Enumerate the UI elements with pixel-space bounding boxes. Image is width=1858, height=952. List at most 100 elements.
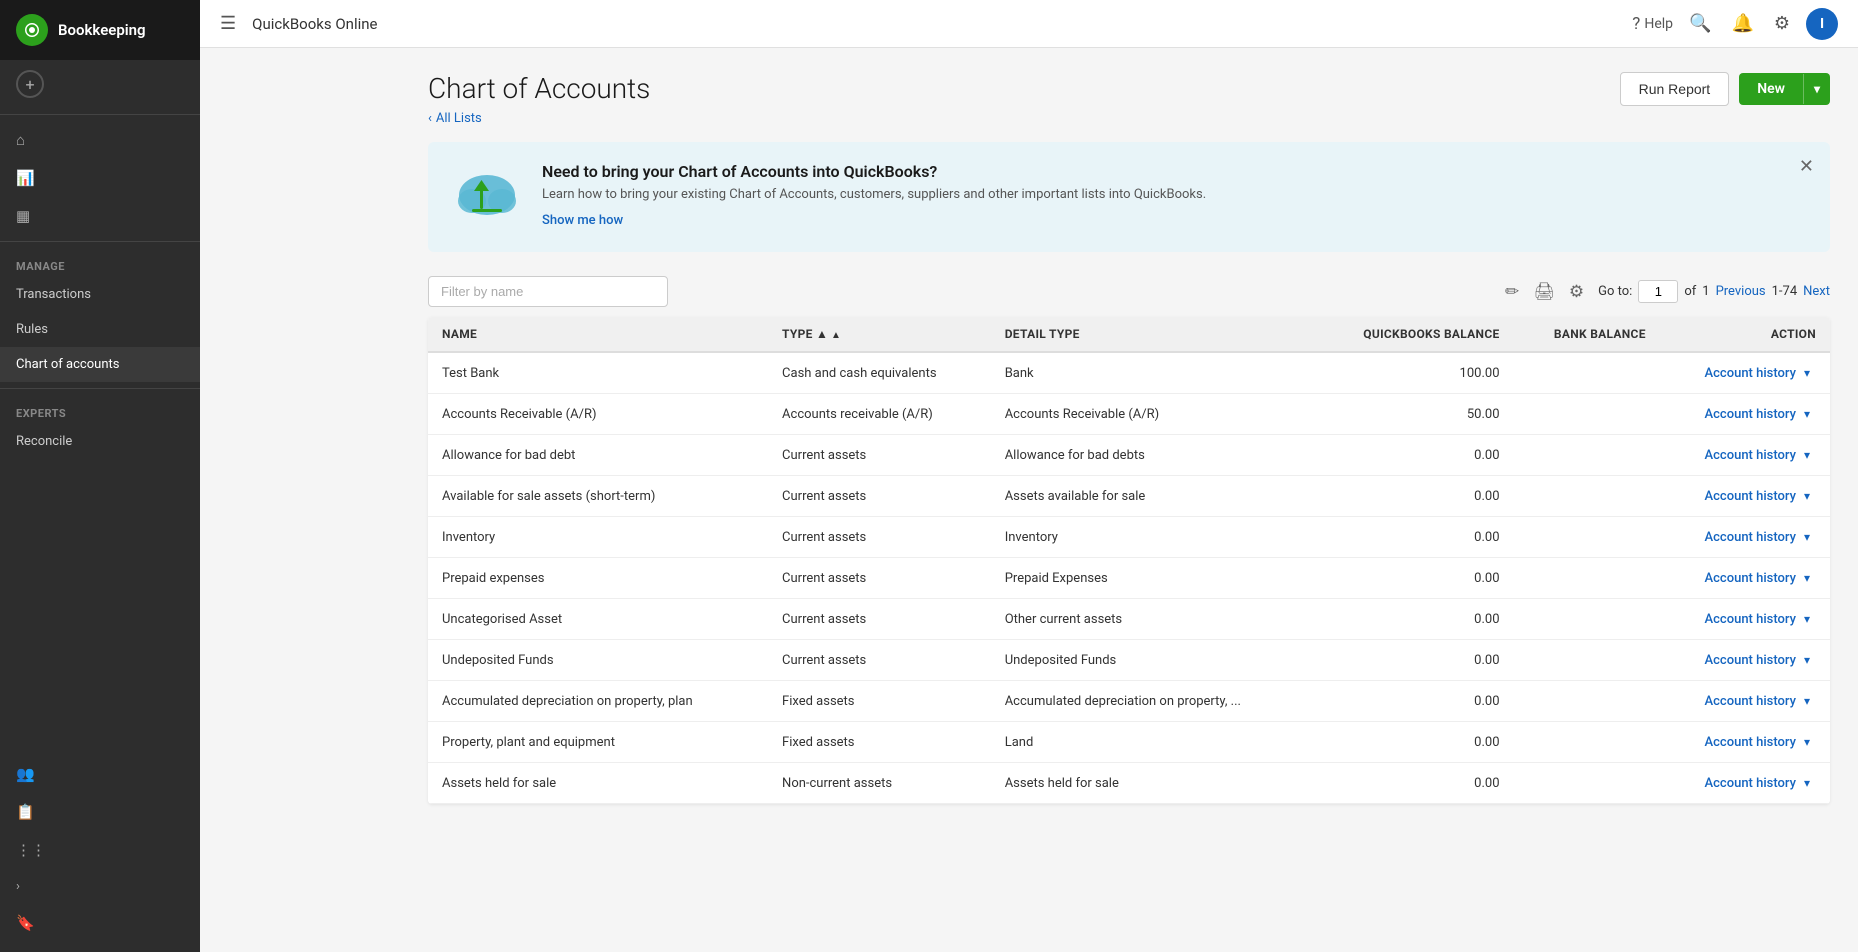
sidebar-item-reconcile[interactable]: Reconcile <box>0 424 200 459</box>
run-report-button[interactable]: Run Report <box>1620 72 1730 106</box>
cell-type: Non-current assets <box>768 763 991 804</box>
users-icon: 👥 <box>16 765 35 783</box>
table-row: Undeposited Funds Current assets Undepos… <box>428 640 1830 681</box>
main-content: Chart of Accounts ‹ All Lists Run Report… <box>400 48 1858 952</box>
action-chevron-icon[interactable]: ▾ <box>1798 446 1816 464</box>
account-history-link[interactable]: Account history <box>1705 530 1796 545</box>
account-history-link[interactable]: Account history <box>1705 776 1796 791</box>
cell-detail-type: Bank <box>991 352 1313 394</box>
account-history-link[interactable]: Account history <box>1705 694 1796 709</box>
sidebar-item-dashboard[interactable]: ▦ <box>0 197 200 235</box>
account-history-link[interactable]: Account history <box>1705 612 1796 627</box>
action-chevron-icon[interactable]: ▾ <box>1798 774 1816 792</box>
new-button-chevron[interactable]: ▾ <box>1803 74 1830 104</box>
cell-name: Accumulated depreciation on property, pl… <box>428 681 768 722</box>
cell-action: Account history ▾ <box>1660 722 1830 763</box>
col-name[interactable]: NAME <box>428 317 768 352</box>
breadcrumb[interactable]: ‹ All Lists <box>428 111 650 126</box>
cell-qb-balance: 0.00 <box>1313 599 1513 640</box>
sidebar-item-rules[interactable]: Rules <box>0 312 200 347</box>
cell-type: Current assets <box>768 599 991 640</box>
add-button[interactable]: + <box>0 60 200 108</box>
cell-type: Current assets <box>768 435 991 476</box>
previous-page-link[interactable]: Previous <box>1716 284 1766 299</box>
account-history-link[interactable]: Account history <box>1705 448 1796 463</box>
table-row: Accumulated depreciation on property, pl… <box>428 681 1830 722</box>
edit-icon[interactable]: ✏ <box>1505 282 1519 302</box>
cell-detail-type: Undeposited Funds <box>991 640 1313 681</box>
cell-action: Account history ▾ <box>1660 517 1830 558</box>
sidebar-item-home[interactable]: ⌂ <box>0 121 200 159</box>
notification-icon[interactable]: 🔔 <box>1727 9 1757 38</box>
sidebar-item-apps[interactable]: ⋮⋮ <box>0 831 200 869</box>
account-history-link[interactable]: Account history <box>1705 366 1796 381</box>
account-history-link[interactable]: Account history <box>1705 735 1796 750</box>
experts-section-label: EXPERTS <box>0 395 200 424</box>
help-label: Help <box>1644 16 1673 32</box>
action-chevron-icon[interactable]: ▾ <box>1798 364 1816 382</box>
cell-action: Account history ▾ <box>1660 763 1830 804</box>
col-detail-type[interactable]: DETAIL TYPE <box>991 317 1313 352</box>
cell-detail-type: Assets held for sale <box>991 763 1313 804</box>
col-type[interactable]: TYPE ▲ <box>768 317 991 352</box>
action-chevron-icon[interactable]: ▾ <box>1798 651 1816 669</box>
print-icon[interactable]: 🖨 <box>1533 282 1555 302</box>
cell-name: Undeposited Funds <box>428 640 768 681</box>
settings-columns-icon[interactable]: ⚙ <box>1569 282 1584 302</box>
accounts-table: NAME TYPE ▲ DETAIL TYPE QUICKBOOKS BALAN… <box>428 317 1830 804</box>
cell-qb-balance: 0.00 <box>1313 476 1513 517</box>
account-history-link[interactable]: Account history <box>1705 653 1796 668</box>
next-page-link[interactable]: Next <box>1803 284 1830 299</box>
account-history-link[interactable]: Account history <box>1705 407 1796 422</box>
chart-of-accounts-label: Chart of accounts <box>16 357 119 372</box>
action-chevron-icon[interactable]: ▾ <box>1798 487 1816 505</box>
filter-input[interactable] <box>428 276 668 307</box>
action-chevron-icon[interactable]: ▾ <box>1798 405 1816 423</box>
settings-icon[interactable]: ⚙ <box>1770 9 1794 38</box>
cell-type: Accounts receivable (A/R) <box>768 394 991 435</box>
action-chevron-icon[interactable]: ▾ <box>1798 569 1816 587</box>
sidebar: Bookkeeping + ⌂ 📊 ▦ MANAGE Transactions … <box>0 0 200 952</box>
cell-detail-type: Land <box>991 722 1313 763</box>
search-icon[interactable]: 🔍 <box>1685 9 1715 38</box>
sidebar-item-chart-of-accounts[interactable]: Chart of accounts <box>0 347 200 382</box>
help-button[interactable]: ? Help <box>1632 14 1673 34</box>
app-logo-icon <box>16 14 48 46</box>
cell-bank-balance <box>1514 722 1660 763</box>
banner-link[interactable]: Show me how <box>542 213 623 228</box>
cell-type: Current assets <box>768 517 991 558</box>
cell-qb-balance: 0.00 <box>1313 722 1513 763</box>
page-title: Chart of Accounts <box>428 72 650 105</box>
col-bank-balance[interactable]: BANK BALANCE <box>1514 317 1660 352</box>
sidebar-item-reports[interactable]: 📋 <box>0 793 200 831</box>
sidebar-logo[interactable]: Bookkeeping <box>0 0 200 60</box>
cell-detail-type: Allowance for bad debts <box>991 435 1313 476</box>
topnav: ☰ QuickBooks Online ? Help 🔍 🔔 ⚙ I <box>200 0 1858 48</box>
banner-close-button[interactable]: ✕ <box>1799 156 1814 177</box>
account-history-link[interactable]: Account history <box>1705 489 1796 504</box>
pagination-input[interactable] <box>1638 280 1678 303</box>
table-row: Allowance for bad debt Current assets Al… <box>428 435 1830 476</box>
hamburger-icon[interactable]: ☰ <box>220 13 236 34</box>
sidebar-item-bookmark[interactable]: 🔖 <box>0 904 200 942</box>
action-chevron-icon[interactable]: ▾ <box>1798 733 1816 751</box>
cell-qb-balance: 0.00 <box>1313 640 1513 681</box>
action-chevron-icon[interactable]: ▾ <box>1798 692 1816 710</box>
action-chevron-icon[interactable]: ▾ <box>1798 528 1816 546</box>
topnav-brand: QuickBooks Online <box>252 15 377 33</box>
action-chevron-icon[interactable]: ▾ <box>1798 610 1816 628</box>
cell-qb-balance: 0.00 <box>1313 763 1513 804</box>
table-toolbar-right: ✏ 🖨 ⚙ Go to: of 1 Previous 1-74 Next <box>1505 280 1830 303</box>
col-qb-balance[interactable]: QUICKBOOKS BALANCE <box>1313 317 1513 352</box>
account-history-link[interactable]: Account history <box>1705 571 1796 586</box>
cell-detail-type: Inventory <box>991 517 1313 558</box>
sidebar-item-transactions[interactable]: Transactions <box>0 277 200 312</box>
user-avatar[interactable]: I <box>1806 8 1838 40</box>
sidebar-expand-button[interactable]: › <box>0 869 200 904</box>
new-button[interactable]: New ▾ <box>1739 73 1830 105</box>
table-controls: ✏ 🖨 ⚙ Go to: of 1 Previous 1-74 Next <box>428 276 1830 307</box>
sidebar-item-users[interactable]: 👥 <box>0 755 200 793</box>
table-row: Assets held for sale Non-current assets … <box>428 763 1830 804</box>
sidebar-item-analytics[interactable]: 📊 <box>0 159 200 197</box>
reconcile-label: Reconcile <box>16 434 72 449</box>
